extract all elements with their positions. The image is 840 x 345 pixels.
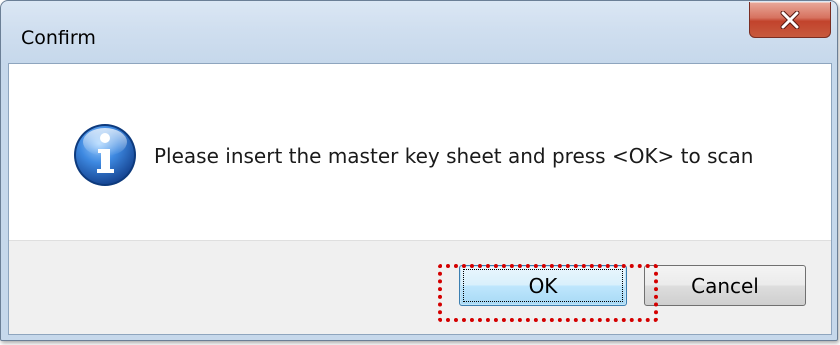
dialog-body: Please insert the master key sheet and p… [8,63,832,335]
message-text: Please insert the master key sheet and p… [154,144,754,168]
cancel-button-label: Cancel [691,273,759,298]
confirm-dialog: Confirm Please insert the master key she… [0,0,838,341]
button-bar: OK Cancel [9,240,831,334]
ok-button-label: OK [528,273,558,298]
info-icon [74,124,136,186]
cancel-button[interactable]: Cancel [644,265,806,306]
message-area: Please insert the master key sheet and p… [9,64,831,240]
window-title: Confirm [21,27,96,49]
close-button[interactable] [749,2,831,38]
title-bar[interactable]: Confirm [1,1,837,63]
ok-button[interactable]: OK [459,265,627,306]
close-icon [780,10,800,29]
